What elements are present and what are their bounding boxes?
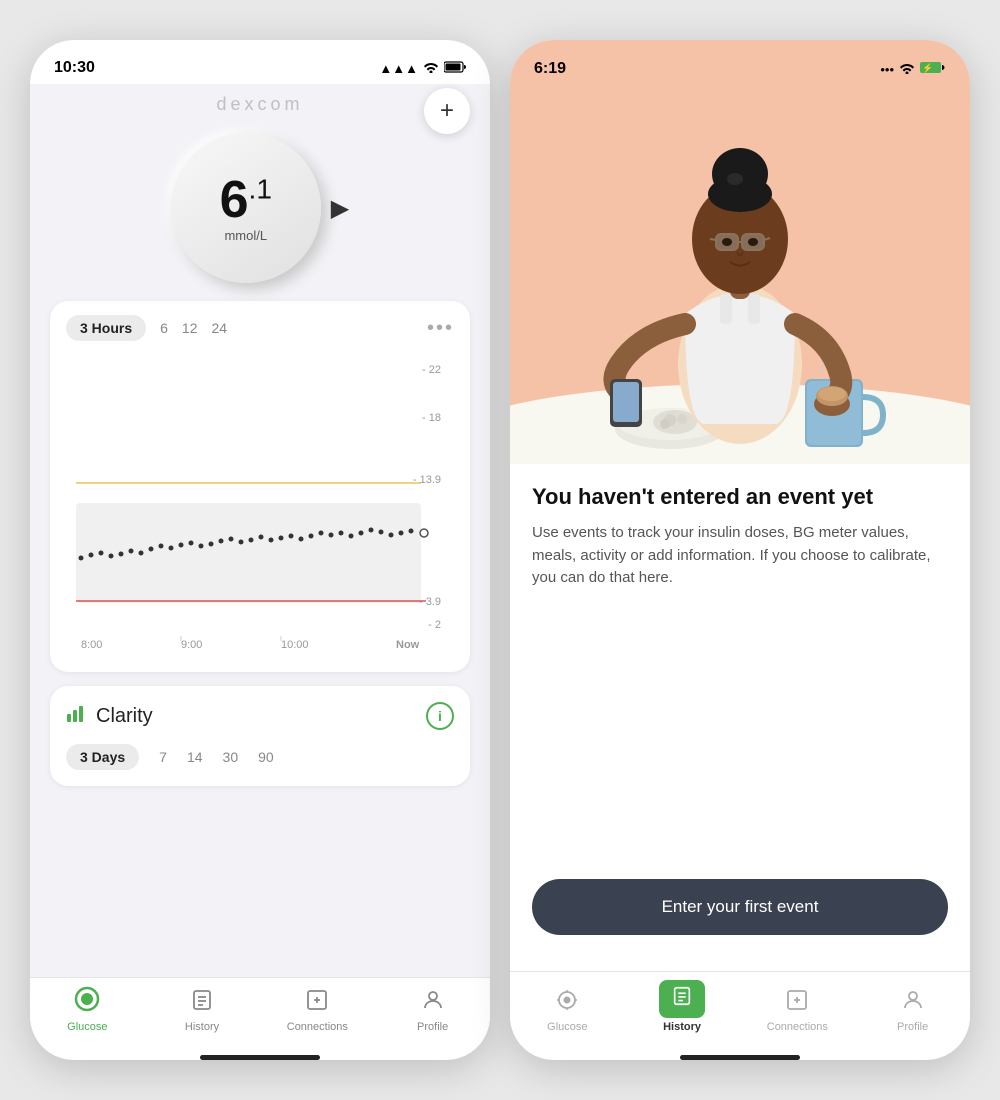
clarity-tab-14[interactable]: 14 xyxy=(187,749,203,765)
signal-icon: ▲▲▲ xyxy=(379,61,418,76)
nav-profile[interactable]: Profile xyxy=(403,988,463,1033)
chart-tab-6[interactable]: 6 xyxy=(160,320,168,336)
nav2-glucose-label: Glucose xyxy=(547,1021,587,1033)
history-nav-icon xyxy=(190,988,214,1018)
svg-text:- 2: - 2 xyxy=(428,619,441,631)
nav2-connections[interactable]: Connections xyxy=(767,988,828,1033)
dexcom-header: Dexcom + xyxy=(50,94,470,115)
chart-tab-3hours[interactable]: 3 Hours xyxy=(66,315,146,341)
event-empty-title: You haven't entered an event yet xyxy=(532,484,948,510)
glucose-trend-arrow: ▶ xyxy=(331,194,349,223)
clarity-tab-7[interactable]: 7 xyxy=(159,749,167,765)
glucose-unit: mmol/L xyxy=(224,228,267,243)
glucose-display: 6.1 mmol/L ▶ xyxy=(50,133,470,283)
status-icons-2: ••• ⚡ xyxy=(880,61,946,77)
bottom-nav-2: Glucose History Connections xyxy=(510,971,970,1053)
clarity-title: Clarity xyxy=(96,705,153,728)
svg-text:9:00: 9:00 xyxy=(181,639,202,651)
nav2-profile[interactable]: Profile xyxy=(883,988,943,1033)
clarity-info-button[interactable]: i xyxy=(426,702,454,730)
home-indicator-1 xyxy=(200,1055,320,1060)
nav-history[interactable]: History xyxy=(172,988,232,1033)
svg-text:- 3.9: - 3.9 xyxy=(419,596,441,608)
history-active-bg xyxy=(659,980,705,1018)
nav-profile-label: Profile xyxy=(417,1021,448,1033)
chart-tabs: 3 Hours 6 12 24 ••• xyxy=(66,315,454,341)
wifi-icon xyxy=(423,61,439,76)
enter-event-button[interactable]: Enter your first event xyxy=(532,879,948,935)
nav2-history[interactable]: History xyxy=(652,980,712,1033)
nav2-connections-label: Connections xyxy=(767,1021,828,1033)
clarity-header: Clarity i xyxy=(66,702,454,730)
nav2-glucose[interactable]: Glucose xyxy=(537,988,597,1033)
clarity-card: Clarity i 3 Days 7 14 30 90 xyxy=(50,686,470,786)
chart-more-button[interactable]: ••• xyxy=(427,317,454,340)
event-illustration xyxy=(510,84,970,464)
dexcom-logo: Dexcom xyxy=(216,94,303,115)
chart-tab-24[interactable]: 24 xyxy=(212,320,228,336)
svg-text:Now: Now xyxy=(396,639,420,651)
nav-connections-label: Connections xyxy=(287,1021,348,1033)
event-body: You haven't entered an event yet Use eve… xyxy=(510,464,970,971)
glucose-chart-svg: - 22 - 18 - 13.9 xyxy=(66,353,456,653)
status-bar-1: 10:30 ▲▲▲ xyxy=(30,40,490,84)
clarity-title-wrap: Clarity xyxy=(66,702,153,730)
add-button[interactable]: + xyxy=(424,88,470,134)
profile-nav-icon-2 xyxy=(901,988,925,1018)
chart-card: 3 Hours 6 12 24 ••• - 22 - 18 - 13.9 xyxy=(50,301,470,672)
clarity-bars-icon xyxy=(66,702,88,730)
glucose-circle: 6.1 mmol/L xyxy=(171,133,321,283)
history-nav-icon-2 xyxy=(671,985,693,1013)
connections-nav-icon xyxy=(305,988,329,1018)
svg-text:- 22: - 22 xyxy=(422,364,441,376)
clarity-tabs: 3 Days 7 14 30 90 xyxy=(66,744,454,770)
status-bar-2: 6:19 ••• ⚡ xyxy=(510,40,970,84)
event-empty-desc: Use events to track your insulin doses, … xyxy=(532,522,948,590)
nav-glucose-label: Glucose xyxy=(67,1021,107,1033)
battery-charging-icon: ⚡ xyxy=(920,61,946,77)
chart-area: - 22 - 18 - 13.9 xyxy=(66,353,454,658)
connections-nav-icon-2 xyxy=(785,988,809,1018)
clarity-tab-90[interactable]: 90 xyxy=(258,749,274,765)
phone-screen1: 10:30 ▲▲▲ Dexcom + 6.1 xyxy=(30,40,490,1060)
nav-history-label: History xyxy=(185,1021,219,1033)
chart-tab-12[interactable]: 12 xyxy=(182,320,198,336)
svg-text:⚡: ⚡ xyxy=(922,62,933,74)
profile-nav-icon xyxy=(421,988,445,1018)
phone-screen2: 6:19 ••• ⚡ xyxy=(510,40,970,1060)
svg-text:- 18: - 18 xyxy=(422,412,441,424)
nav-connections[interactable]: Connections xyxy=(287,988,348,1033)
clarity-tab-3days[interactable]: 3 Days xyxy=(66,744,139,770)
nav2-profile-label: Profile xyxy=(897,1021,928,1033)
glucose-nav-icon xyxy=(74,986,100,1018)
glucose-nav-icon-2 xyxy=(555,988,579,1018)
svg-text:10:00: 10:00 xyxy=(281,639,309,651)
status-time-1: 10:30 xyxy=(54,59,95,77)
illustration-area xyxy=(510,84,970,464)
battery-icon xyxy=(444,61,466,76)
clarity-tab-30[interactable]: 30 xyxy=(223,749,239,765)
glucose-value: 6.1 xyxy=(220,174,272,226)
dots-icon: ••• xyxy=(880,62,894,77)
nav-glucose[interactable]: Glucose xyxy=(57,986,117,1033)
bottom-nav-1: Glucose History Connections Profile xyxy=(30,977,490,1053)
nav2-history-label: History xyxy=(663,1021,701,1033)
screen1-content: Dexcom + 6.1 mmol/L ▶ 3 Hours 6 12 xyxy=(30,84,490,977)
wifi-icon-2 xyxy=(899,62,915,77)
svg-text:8:00: 8:00 xyxy=(81,639,102,651)
status-icons-1: ▲▲▲ xyxy=(379,61,466,76)
home-indicator-2 xyxy=(680,1055,800,1060)
svg-text:- 13.9: - 13.9 xyxy=(413,474,441,486)
status-time-2: 6:19 xyxy=(534,60,566,78)
